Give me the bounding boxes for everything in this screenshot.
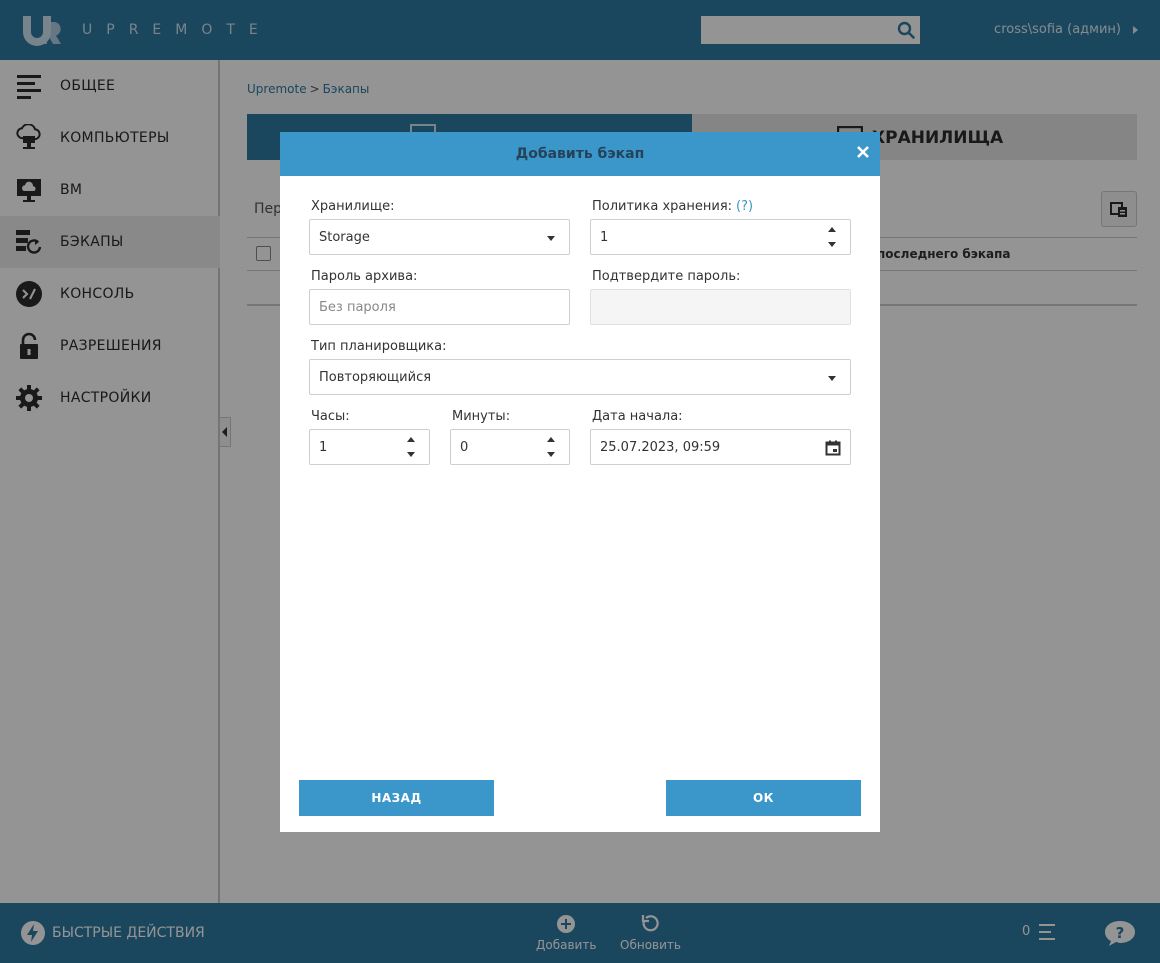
ok-button[interactable]: ОК bbox=[666, 780, 861, 816]
start-date-field[interactable]: 25.07.2023, 09:59 bbox=[590, 429, 851, 465]
retention-label-text: Политика хранения: bbox=[592, 199, 733, 214]
retention-value: 1 bbox=[600, 230, 609, 245]
back-button[interactable]: НАЗАД bbox=[299, 780, 494, 816]
storage-select[interactable]: Storage bbox=[309, 219, 570, 255]
hours-stepper[interactable]: 1 bbox=[309, 429, 430, 465]
scheduler-select[interactable]: Повторяющийся bbox=[309, 359, 851, 395]
minutes-label: Минуты: bbox=[452, 409, 511, 424]
add-backup-dialog: Добавить бэкап Хранилище: Storage Полити… bbox=[280, 132, 880, 832]
password-field[interactable]: Без пароля bbox=[309, 289, 570, 325]
retention-label: Политика хранения: (?) bbox=[592, 199, 753, 214]
retention-stepper[interactable]: 1 bbox=[590, 219, 851, 255]
password-placeholder: Без пароля bbox=[319, 300, 396, 315]
spinner-arrows-icon[interactable] bbox=[828, 227, 836, 249]
dialog-title: Добавить бэкап bbox=[515, 146, 645, 162]
dialog-header: Добавить бэкап bbox=[280, 132, 880, 176]
minutes-value: 0 bbox=[460, 440, 469, 455]
chevron-down-icon bbox=[828, 376, 836, 381]
chevron-down-icon bbox=[547, 236, 555, 241]
hours-label: Часы: bbox=[311, 409, 350, 424]
scheduler-label: Тип планировщика: bbox=[311, 339, 447, 354]
password-label: Пароль архива: bbox=[311, 269, 418, 284]
confirm-password-field bbox=[590, 289, 851, 325]
close-icon[interactable] bbox=[854, 143, 872, 161]
retention-help-link[interactable]: (?) bbox=[736, 199, 753, 214]
calendar-icon[interactable] bbox=[825, 440, 841, 456]
hours-value: 1 bbox=[319, 440, 328, 455]
scheduler-value: Повторяющийся bbox=[319, 370, 432, 385]
start-date-label: Дата начала: bbox=[592, 409, 683, 424]
spinner-arrows-icon[interactable] bbox=[547, 437, 555, 459]
storage-label: Хранилище: bbox=[311, 199, 395, 214]
spinner-arrows-icon[interactable] bbox=[407, 437, 415, 459]
storage-value: Storage bbox=[319, 230, 370, 245]
confirm-password-label: Подтвердите пароль: bbox=[592, 269, 741, 284]
start-date-value: 25.07.2023, 09:59 bbox=[600, 440, 721, 455]
minutes-stepper[interactable]: 0 bbox=[450, 429, 570, 465]
